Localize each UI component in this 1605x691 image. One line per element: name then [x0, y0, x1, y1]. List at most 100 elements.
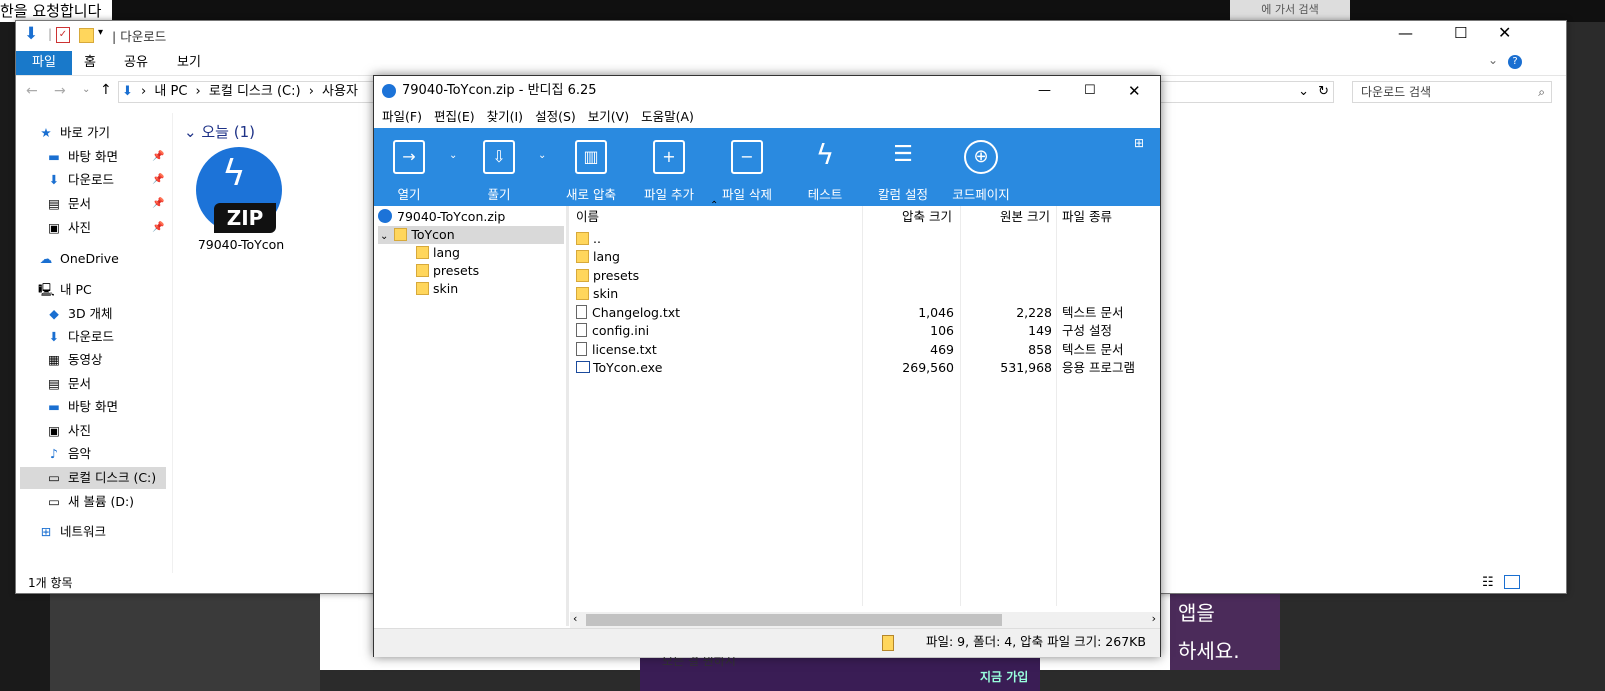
breadcrumb-local-disk[interactable]: 로컬 디스크 (C:) — [209, 84, 301, 99]
open-button[interactable]: → 열기 — [370, 128, 448, 206]
bz-minimize-button[interactable]: — — [1038, 76, 1051, 106]
tree-presets[interactable]: presets — [416, 262, 479, 280]
scroll-left-icon[interactable]: ‹ — [573, 612, 577, 625]
extract-button[interactable]: ⇩ 풀기 — [460, 128, 538, 206]
nav-pictures[interactable]: ▣ 사진 — [46, 217, 91, 239]
back-arrow-icon[interactable]: ← — [26, 83, 38, 99]
recent-dropdown-icon[interactable]: ⌄ — [82, 84, 90, 95]
nav-desktop[interactable]: ▬ 바탕 화면 — [46, 146, 118, 168]
download-icon: ⬇ — [48, 172, 60, 187]
nav-network[interactable]: ⊞ 네트워크 — [38, 521, 106, 543]
col-type[interactable]: 파일 종류 — [1062, 206, 1112, 228]
minimize-button[interactable]: — — [1398, 24, 1413, 42]
details-view-icon[interactable]: ☷ — [1482, 573, 1494, 593]
large-icons-view-icon[interactable] — [1504, 575, 1520, 589]
table-row[interactable]: ToYcon.exe 269,560 531,968 응용 프로그램 — [570, 359, 1160, 377]
background-text: 한을 요청합니다 — [0, 0, 112, 22]
menu-view[interactable]: 보기(V) — [588, 108, 629, 126]
nav-pc-documents[interactable]: ▤ 문서 — [46, 373, 91, 395]
delete-file-button[interactable]: − 파일 삭제 — [708, 128, 786, 206]
nav-3d-objects[interactable]: ◆ 3D 개체 — [46, 303, 112, 325]
pin-icon[interactable]: 📌 — [152, 174, 164, 185]
nav-quick-access[interactable]: ★ 바로 가기 — [38, 122, 110, 144]
help-icon[interactable]: ? — [1508, 55, 1522, 69]
breadcrumb-this-pc[interactable]: 내 PC — [154, 84, 187, 99]
pin-icon[interactable]: 📌 — [152, 151, 164, 162]
col-original[interactable]: 원본 크기 — [1000, 206, 1050, 228]
menu-help[interactable]: 도움말(A) — [641, 108, 694, 126]
group-header-today[interactable]: ⌄ 오늘 (1) — [184, 121, 255, 142]
search-input[interactable]: 다운로드 검색 ⌕ — [1352, 81, 1552, 103]
bz-close-button[interactable]: ✕ — [1128, 76, 1141, 106]
nav-pc-pictures[interactable]: ▣ 사진 — [46, 420, 91, 442]
table-row[interactable]: license.txt 469 858 텍스트 문서 — [570, 341, 1160, 359]
refresh-icon[interactable]: ↻ — [1318, 82, 1329, 102]
background-promo-bar: 모든 걸 원하시 지금 가입 — [640, 654, 1040, 691]
promo-line-1: 앱을 — [1178, 601, 1215, 625]
tree-toycon[interactable]: ⌄ ToYcon — [378, 226, 564, 244]
executable-icon — [576, 361, 590, 373]
delete-file-icon: − — [731, 140, 763, 174]
extract-dropdown-icon[interactable]: ⌄ — [538, 150, 546, 161]
col-name[interactable]: 이름 — [576, 206, 599, 228]
bz-maximize-button[interactable]: ☐ — [1084, 76, 1096, 106]
tree-archive[interactable]: 79040-ToYcon.zip — [378, 208, 505, 226]
scroll-right-icon[interactable]: › — [1152, 612, 1156, 625]
add-file-button[interactable]: + 파일 추가 — [630, 128, 708, 206]
ribbon-tab-home[interactable]: 홈 — [78, 51, 102, 75]
file-item-name[interactable]: 79040-ToYcon — [191, 237, 291, 252]
tree-skin[interactable]: skin — [416, 280, 458, 298]
horizontal-scrollbar[interactable]: ‹ › — [570, 612, 1160, 628]
layout-grid-icon[interactable]: ⊞ — [1134, 136, 1144, 150]
pin-icon[interactable]: 📌 — [152, 222, 164, 233]
menu-file[interactable]: 파일(F) — [382, 108, 422, 126]
table-row[interactable]: presets — [570, 267, 1160, 285]
nav-music[interactable]: ♪ 음악 — [46, 443, 91, 465]
table-row[interactable]: lang — [570, 248, 1160, 266]
ribbon-tab-share[interactable]: 공유 — [120, 51, 152, 75]
pin-icon[interactable]: 📌 — [152, 198, 164, 209]
open-dropdown-icon[interactable]: ⌄ — [449, 150, 457, 161]
item-count: 1개 항목 — [28, 576, 73, 590]
nav-onedrive[interactable]: ☁ OneDrive — [38, 248, 119, 270]
new-archive-button[interactable]: ▥ 새로 압축 — [552, 128, 630, 206]
column-settings-button[interactable]: ☰ 칼럼 설정 — [864, 128, 942, 206]
nav-volume-d[interactable]: ▭ 새 볼륨 (D:) — [46, 491, 134, 513]
close-button[interactable]: ✕ — [1498, 23, 1511, 42]
table-row[interactable]: config.ini 106 149 구성 설정 — [570, 322, 1160, 340]
nav-pc-desktop[interactable]: ▬ 바탕 화면 — [46, 396, 118, 418]
nav-downloads[interactable]: ⬇ 다운로드 — [46, 169, 114, 191]
codepage-button[interactable]: ⊕ 코드페이지 — [942, 128, 1020, 206]
nav-this-pc[interactable]: 🖳 내 PC — [38, 279, 92, 301]
forward-arrow-icon[interactable]: → — [54, 83, 66, 99]
bandizip-file-list: 이름 ⌃ 압축 크기 원본 크기 파일 종류 .. lang presets s… — [570, 200, 1160, 612]
scrollbar-thumb[interactable] — [586, 614, 1002, 626]
table-row[interactable]: Changelog.txt 1,046 2,228 텍스트 문서 — [570, 304, 1160, 322]
col-compressed[interactable]: 압축 크기 — [902, 206, 952, 228]
ribbon-tab-file[interactable]: 파일 — [16, 51, 72, 75]
up-arrow-icon[interactable]: ↑ — [100, 82, 112, 98]
menu-settings[interactable]: 설정(S) — [535, 108, 576, 126]
explorer-ribbon: 파일 홈 공유 보기 ⌄ ? — [16, 51, 1566, 76]
nav-documents[interactable]: ▤ 문서 — [46, 193, 91, 215]
table-row[interactable]: .. — [570, 230, 1160, 248]
nav-local-disk-c[interactable]: ▭ 로컬 디스크 (C:) — [20, 467, 166, 489]
table-row[interactable]: skin — [570, 285, 1160, 303]
explorer-title: | 다운로드 — [112, 26, 166, 45]
tree-lang[interactable]: lang — [416, 244, 460, 262]
ribbon-expand-icon[interactable]: ⌄ — [1488, 53, 1498, 67]
document-icon: ▤ — [48, 376, 60, 391]
new-folder-icon[interactable] — [79, 28, 94, 43]
promo-signup-button[interactable]: 지금 가입 — [980, 668, 1028, 685]
breadcrumb-users[interactable]: 사용자 — [322, 84, 358, 99]
menu-edit[interactable]: 편집(E) — [434, 108, 475, 126]
properties-icon[interactable]: ✓ — [56, 27, 70, 43]
maximize-button[interactable]: ☐ — [1454, 24, 1467, 42]
nav-pc-downloads[interactable]: ⬇ 다운로드 — [46, 326, 114, 348]
menu-find[interactable]: 찾기(I) — [487, 108, 523, 126]
nav-videos[interactable]: ▦ 동영상 — [46, 349, 102, 371]
ribbon-tab-view[interactable]: 보기 — [174, 51, 204, 75]
qa-dropdown-icon[interactable]: ▾ — [98, 27, 103, 38]
test-button[interactable]: ϟ 테스트 — [786, 128, 864, 206]
address-dropdown-icon[interactable]: ⌄ — [1298, 82, 1309, 102]
